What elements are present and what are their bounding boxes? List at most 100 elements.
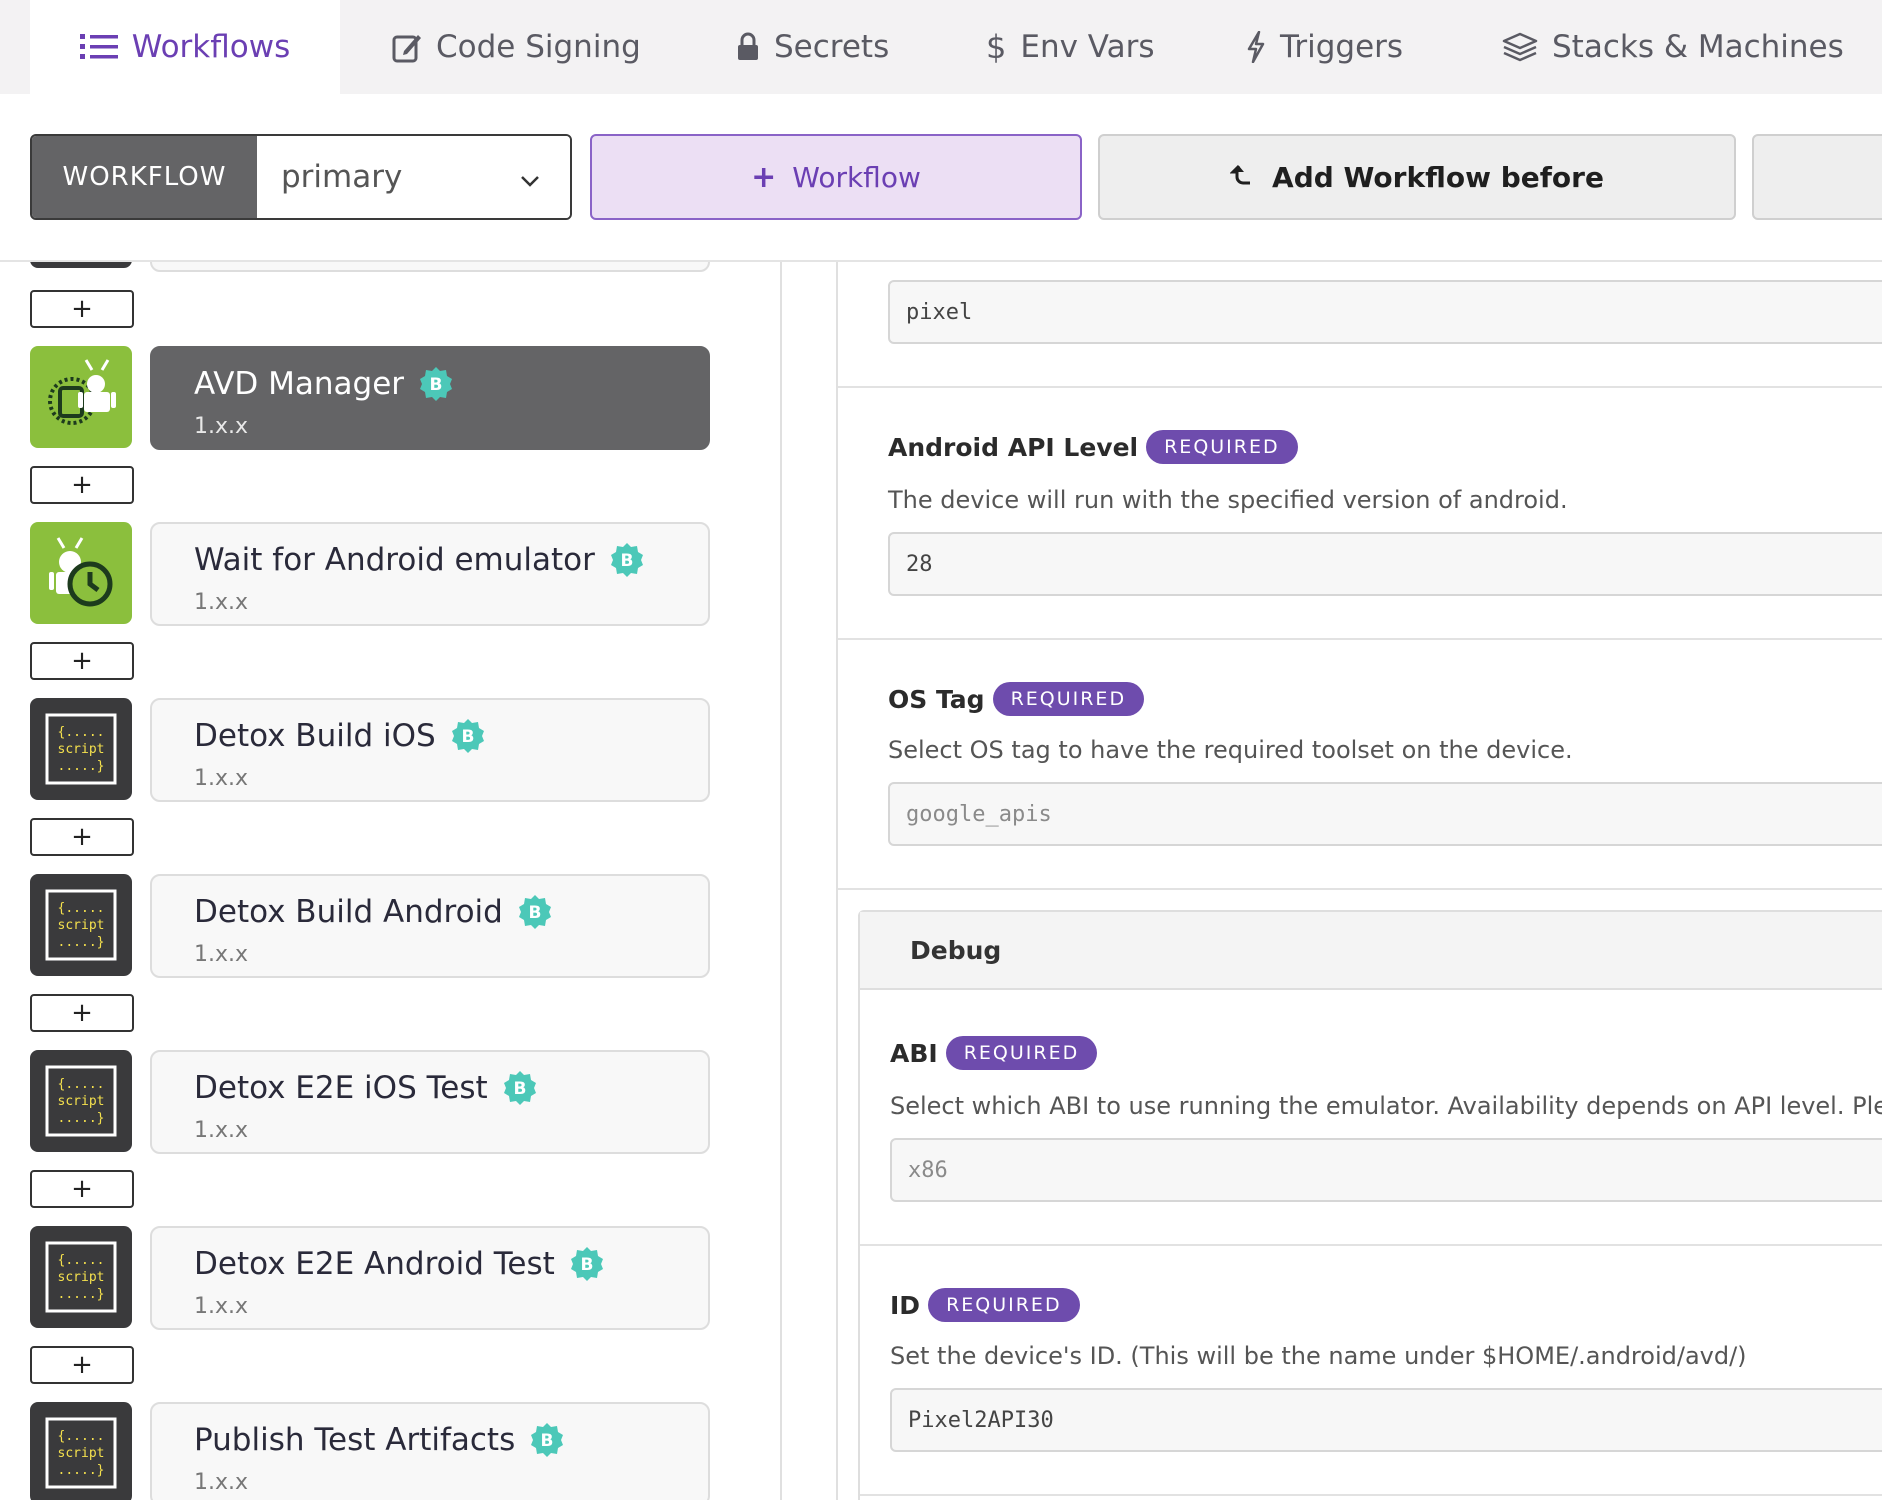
api-level-input[interactable]: 28 [888, 532, 1882, 596]
step-card-publish-test-artifacts[interactable]: Publish Test Artifacts B 1.x.x [150, 1402, 710, 1500]
add-step-button[interactable]: + [30, 642, 134, 680]
add-step-button[interactable]: + [30, 1346, 134, 1384]
plus-icon: + [71, 294, 93, 324]
tab-code-signing[interactable]: Code Signing [392, 0, 641, 94]
svg-text:B: B [461, 727, 474, 747]
svg-text:script: script [58, 1270, 105, 1285]
svg-text:.....}: .....} [58, 935, 105, 950]
tab-label: Stacks & Machines [1552, 29, 1844, 65]
dollar-icon: $ [986, 28, 1007, 66]
field-description: Set the device's ID. (This will be the n… [890, 1342, 1747, 1370]
workflow-label: WORKFLOW [32, 136, 257, 218]
section-divider [860, 1494, 1882, 1496]
step-card-wait-android-emulator[interactable]: Wait for Android emulator B 1.x.x [150, 522, 710, 626]
script-icon: {..... script.....} [30, 1402, 132, 1500]
step-title: Detox Build Android [194, 894, 503, 930]
avd-manager-icon [30, 346, 132, 448]
step-card-detox-build-android[interactable]: Detox Build Android B 1.x.x [150, 874, 710, 978]
field-label: ABI [890, 1038, 938, 1068]
step-title-row: Detox Build iOS B [194, 718, 708, 754]
bitrise-badge-icon: B [502, 1070, 538, 1106]
step-title: Wait for Android emulator [194, 542, 595, 578]
tab-label: Code Signing [436, 29, 641, 65]
plus-icon: + [71, 1350, 93, 1380]
plus-icon: + [751, 159, 777, 195]
step-card-avd-manager[interactable]: AVD Manager B 1.x.x [150, 346, 710, 450]
input-value: x86 [908, 1157, 948, 1183]
step-card-detox-e2e-android-test[interactable]: Detox E2E Android Test B 1.x.x [150, 1226, 710, 1330]
step-version: 1.x.x [194, 414, 249, 439]
bitrise-badge-icon: B [529, 1422, 565, 1458]
svg-text:B: B [513, 1079, 526, 1099]
input-value: pixel [906, 299, 973, 325]
device-profile-input[interactable]: pixel [888, 280, 1882, 344]
step-version: 1.x.x [194, 1470, 249, 1495]
section-divider [838, 888, 1882, 890]
required-badge: REQUIRED [992, 682, 1145, 716]
svg-text:script: script [58, 918, 105, 933]
svg-text:B: B [541, 1431, 554, 1451]
step-title: Detox Build iOS [194, 718, 436, 754]
tab-bar: Workflows Code Signing Secrets $ Env Var… [0, 0, 1882, 94]
plus-icon: + [71, 998, 93, 1028]
tab-label: Secrets [774, 29, 890, 65]
step-title-row: Detox E2E Android Test B [194, 1246, 708, 1282]
step-version: 1.x.x [194, 942, 249, 967]
debug-section-header[interactable]: Debug [860, 912, 1882, 990]
svg-text:{.....: {..... [58, 1077, 105, 1092]
field-description: Select which ABI to use running the emul… [890, 1092, 1882, 1120]
step-card-partial[interactable] [150, 262, 710, 272]
workflow-dropdown[interactable]: primary [257, 136, 570, 218]
add-step-button[interactable]: + [30, 1170, 134, 1208]
device-id-input[interactable]: Pixel2API30 [890, 1388, 1882, 1452]
step-version: 1.x.x [194, 590, 249, 615]
section-divider [838, 638, 1882, 640]
tab-env-vars[interactable]: $ Env Vars [986, 0, 1155, 94]
layers-icon [1502, 32, 1538, 62]
add-workflow-label: Workflow [792, 160, 921, 194]
step-card-detox-build-ios[interactable]: Detox Build iOS B 1.x.x [150, 698, 710, 802]
step-inputs-panel: pixel Android API Level REQUIRED The dev… [838, 262, 1882, 1500]
tab-stacks-machines[interactable]: Stacks & Machines [1502, 0, 1844, 94]
step-title-row: Wait for Android emulator B [194, 542, 708, 578]
add-workflow-before-button[interactable]: Add Workflow before [1098, 134, 1736, 220]
step-version: 1.x.x [194, 1294, 249, 1319]
svg-text:{.....: {..... [58, 725, 105, 740]
input-value: 28 [906, 551, 933, 577]
svg-text:.....}: .....} [58, 1463, 105, 1478]
step-title: Detox E2E Android Test [194, 1246, 555, 1282]
step-card-detox-e2e-ios-test[interactable]: Detox E2E iOS Test B 1.x.x [150, 1050, 710, 1154]
bitrise-badge-icon: B [418, 366, 454, 402]
add-workflow-after-button[interactable] [1752, 134, 1882, 220]
plus-icon: + [71, 822, 93, 852]
add-step-button[interactable]: + [30, 818, 134, 856]
script-icon: {..... script.....} [30, 1050, 132, 1152]
svg-text:script: script [58, 1094, 105, 1109]
add-step-button[interactable]: + [30, 290, 134, 328]
section-divider [838, 386, 1882, 388]
add-step-button[interactable]: + [30, 466, 134, 504]
field-title-os-tag: OS Tag REQUIRED [888, 682, 1145, 716]
tab-label: Triggers [1280, 29, 1404, 65]
tab-workflows[interactable]: Workflows [30, 0, 340, 94]
tab-secrets[interactable]: Secrets [736, 0, 889, 94]
tab-triggers[interactable]: Triggers [1246, 0, 1403, 94]
step-title: Publish Test Artifacts [194, 1422, 516, 1458]
plus-icon: + [71, 470, 93, 500]
step-icon-partial [30, 262, 132, 268]
field-label: ID [890, 1290, 921, 1320]
panel-divider [780, 262, 782, 1500]
workflow-steps-list: + AVD Manager B 1.x.x + Wait for Android… [0, 262, 780, 1500]
chevron-down-icon [520, 159, 540, 195]
os-tag-input[interactable]: google_apis [888, 782, 1882, 846]
workflow-selector[interactable]: WORKFLOW primary [30, 134, 572, 220]
add-workflow-button[interactable]: + Workflow [590, 134, 1082, 220]
script-icon: {..... script.....} [30, 1226, 132, 1328]
required-badge: REQUIRED [945, 1036, 1098, 1070]
svg-text:.....}: .....} [58, 759, 105, 774]
abi-input[interactable]: x86 [890, 1138, 1882, 1202]
add-step-button[interactable]: + [30, 994, 134, 1032]
svg-text:B: B [430, 375, 443, 395]
workflow-value: primary [281, 159, 403, 195]
debug-section: Debug ABI REQUIRED Select which ABI to u… [858, 910, 1882, 1500]
